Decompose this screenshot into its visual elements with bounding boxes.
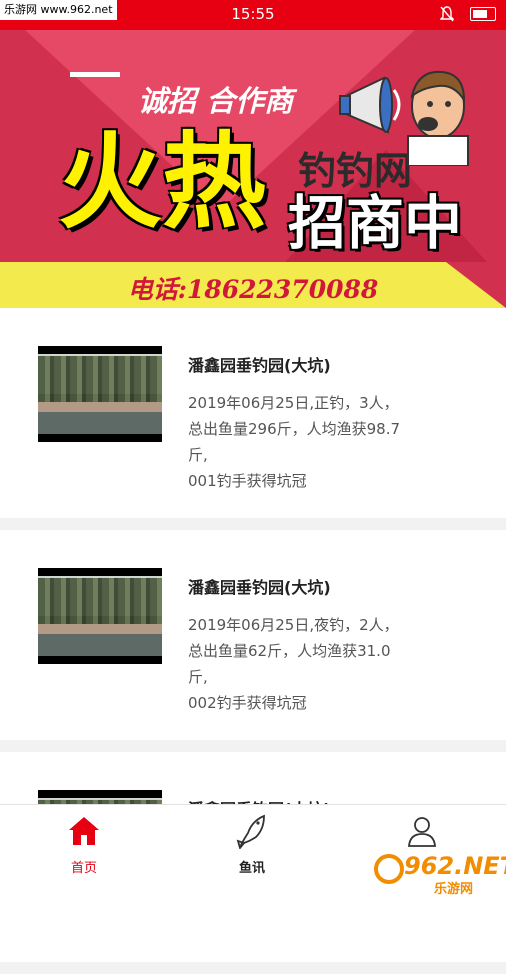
watermark-logo: 962.NET — [404, 852, 506, 880]
pond-name: 潘鑫园垂钓园(大坑) — [188, 356, 331, 375]
catch-summary: 2019年06月25日,正钓，3人， 总出鱼量296斤，人均渔获98.7 斤, … — [188, 394, 401, 490]
pond-name: 潘鑫园垂钓园(大坑) — [188, 578, 331, 597]
home-icon — [69, 817, 99, 845]
battery-charging-icon — [470, 7, 496, 21]
promo-banner[interactable]: 诚招 合作商 火热 钓钓网 招商中 电话:18622370088 — [0, 30, 506, 308]
status-bar: 乐游网 www.962.net 15:55 — [0, 0, 506, 30]
bell-off-icon — [439, 6, 455, 26]
fish-icon — [236, 814, 265, 849]
list-item[interactable]: 潘鑫园垂钓园(大坑) 2019年06月25日,夜钓，2人， 总出鱼量62斤，人均… — [0, 530, 506, 740]
list-item[interactable]: 潘鑫园垂钓园(大坑) 2019年06月25日,正钓，3人， 总出鱼量296斤，人… — [0, 308, 506, 518]
user-icon — [408, 817, 436, 847]
mascot-illustration — [407, 70, 469, 166]
banner-headline: 火热 — [58, 121, 267, 243]
banner-phone: 电话:18622370088 — [127, 275, 379, 304]
watermark-text: 乐游网 — [434, 882, 474, 897]
pond-thumbnail — [38, 346, 162, 442]
banner-recruit: 招商中 — [288, 189, 463, 257]
pond-thumbnail — [38, 568, 162, 664]
tab-fish-news-label: 鱼讯 — [238, 861, 265, 876]
tab-home-label: 首页 — [70, 861, 97, 876]
banner-site-name: 钓钓网 — [298, 148, 413, 193]
banner-slogan: 诚招 合作商 — [138, 84, 294, 118]
watermark-bottom: 962.NET 乐游网 — [374, 852, 506, 897]
tab-home[interactable]: 首页 — [24, 805, 144, 901]
tab-fish-news[interactable]: 鱼讯 — [192, 805, 312, 901]
status-time: 15:55 — [231, 5, 275, 23]
catch-summary: 2019年06月25日,夜钓，2人， 总出鱼量62斤，人均渔获31.0 斤, 0… — [188, 616, 399, 712]
